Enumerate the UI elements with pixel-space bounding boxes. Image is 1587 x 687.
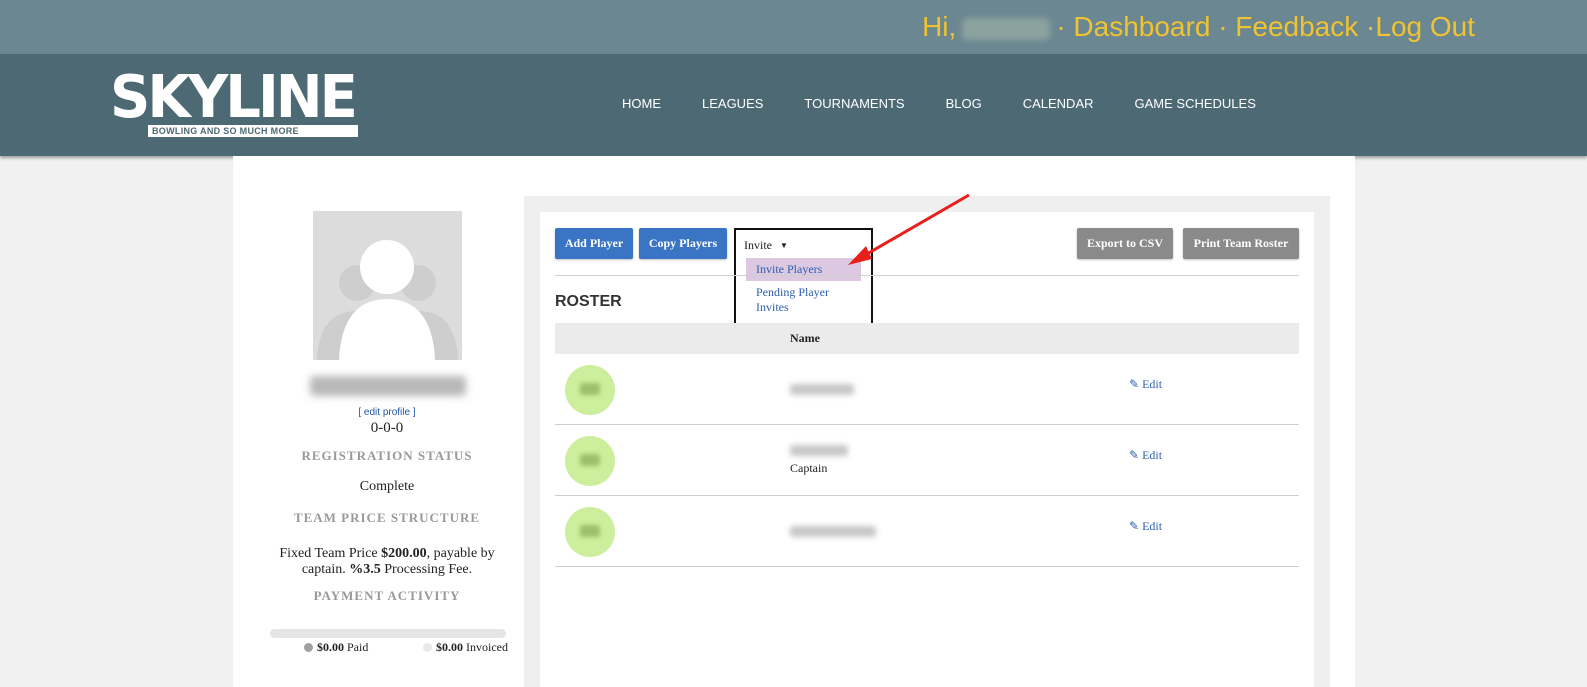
logout-link[interactable]: ·Log Out xyxy=(1366,11,1475,42)
nav-tournaments[interactable]: TOURNAMENTS xyxy=(804,96,904,111)
edit-icon: ✎ xyxy=(1129,519,1140,533)
player-initials-blurred xyxy=(580,454,600,466)
dashboard-link[interactable]: · Dashboard xyxy=(1056,11,1218,42)
paid-legend: $0.00 Paid xyxy=(304,640,368,655)
player-role: Captain xyxy=(790,461,828,475)
nav-leagues[interactable]: LEAGUES xyxy=(702,96,763,111)
nav-calendar[interactable]: CALENDAR xyxy=(1023,96,1094,111)
roster-title: ROSTER xyxy=(555,293,622,310)
team-avatar xyxy=(313,211,462,360)
edit-icon: ✎ xyxy=(1129,377,1140,391)
player-avatar xyxy=(565,436,615,486)
price-prefix: Fixed Team Price xyxy=(279,546,382,561)
main-navbar: SKYLINE BOWLING AND SO MUCH MORE HOME LE… xyxy=(0,54,1587,156)
logo-tagline: BOWLING AND SO MUCH MORE xyxy=(148,125,358,137)
edit-label: Edit xyxy=(1142,448,1163,462)
team-price-heading: TEAM PRICE STRUCTURE xyxy=(293,510,481,525)
fee-suffix: Processing Fee. xyxy=(380,562,473,577)
skyline-logo[interactable]: SKYLINE BOWLING AND SO MUCH MORE xyxy=(110,66,360,138)
payment-progress-bar xyxy=(270,629,506,638)
invoiced-legend: $0.00 Invoiced xyxy=(423,640,508,655)
team-price-description: Fixed Team Price $200.00, payable by cap… xyxy=(270,546,504,578)
nav-home[interactable]: HOME xyxy=(622,96,661,111)
paid-amount: $0.00 xyxy=(317,640,344,654)
edit-label: Edit xyxy=(1142,519,1163,533)
fee-amount: %3.5 xyxy=(349,562,381,577)
team-record: 0-0-0 xyxy=(370,420,404,436)
table-row: ✎ Edit xyxy=(555,355,1299,425)
name-column-header: Name xyxy=(790,331,820,345)
greeting: Hi, xyxy=(922,11,957,42)
pending-invites-menu-item[interactable]: Pending Player Invites xyxy=(756,285,851,315)
export-csv-button[interactable]: Export to CSV xyxy=(1077,228,1173,259)
edit-player-link[interactable]: ✎ Edit xyxy=(1129,448,1162,463)
edit-player-link[interactable]: ✎ Edit xyxy=(1129,377,1162,392)
team-name-blurred xyxy=(310,376,466,396)
invite-dropdown-toggle[interactable]: Invite ▼ xyxy=(744,238,788,253)
add-player-button[interactable]: Add Player xyxy=(555,228,633,259)
edit-player-link[interactable]: ✎ Edit xyxy=(1129,519,1162,534)
invite-players-menu-item[interactable]: Invite Players xyxy=(746,258,861,281)
player-name-blurred xyxy=(790,384,854,395)
invite-dropdown: Invite ▼ Invite Players Pending Player In… xyxy=(734,228,873,329)
invoiced-amount: $0.00 xyxy=(436,640,463,654)
nav-blog[interactable]: BLOG xyxy=(946,96,982,111)
copy-players-button[interactable]: Copy Players xyxy=(639,228,727,259)
logo-wordmark: SKYLINE xyxy=(110,63,358,132)
edit-label: Edit xyxy=(1142,377,1163,391)
paid-dot-icon xyxy=(304,643,313,652)
player-name-blurred xyxy=(790,445,848,456)
invoiced-dot-icon xyxy=(423,643,432,652)
nav-game-schedules[interactable]: GAME SCHEDULES xyxy=(1135,96,1256,111)
top-bar: Hi, · Dashboard · Feedback ·Log Out xyxy=(0,0,1587,54)
primary-nav: HOME LEAGUES TOURNAMENTS BLOG CALENDAR G… xyxy=(622,96,1297,111)
user-name-blurred xyxy=(962,17,1051,40)
toolbar-divider xyxy=(555,275,1299,276)
player-name-blurred xyxy=(790,526,876,537)
print-roster-button[interactable]: Print Team Roster xyxy=(1183,228,1299,259)
roster-table-header: Name xyxy=(555,323,1299,354)
caret-down-icon: ▼ xyxy=(780,241,788,250)
feedback-link[interactable]: · Feedback xyxy=(1218,11,1366,42)
price-amount: $200.00 xyxy=(381,546,427,561)
registration-status-heading: REGISTRATION STATUS xyxy=(301,448,473,463)
paid-label: Paid xyxy=(344,640,369,654)
player-avatar xyxy=(565,365,615,415)
invoiced-label: Invoiced xyxy=(463,640,508,654)
user-links: Hi, · Dashboard · Feedback ·Log Out xyxy=(922,11,1475,43)
table-row: Captain ✎ Edit xyxy=(555,426,1299,496)
player-initials-blurred xyxy=(580,383,600,395)
invite-label: Invite xyxy=(744,238,772,252)
player-initials-blurred xyxy=(580,525,600,537)
player-avatar xyxy=(565,507,615,557)
payment-activity-heading: PAYMENT ACTIVITY xyxy=(313,588,461,603)
edit-icon: ✎ xyxy=(1129,448,1140,462)
registration-status-value: Complete xyxy=(359,479,415,494)
edit-profile-link[interactable]: [ edit profile ] xyxy=(264,407,510,418)
team-silhouette-icon xyxy=(317,240,458,360)
table-row: ✎ Edit xyxy=(555,497,1299,567)
